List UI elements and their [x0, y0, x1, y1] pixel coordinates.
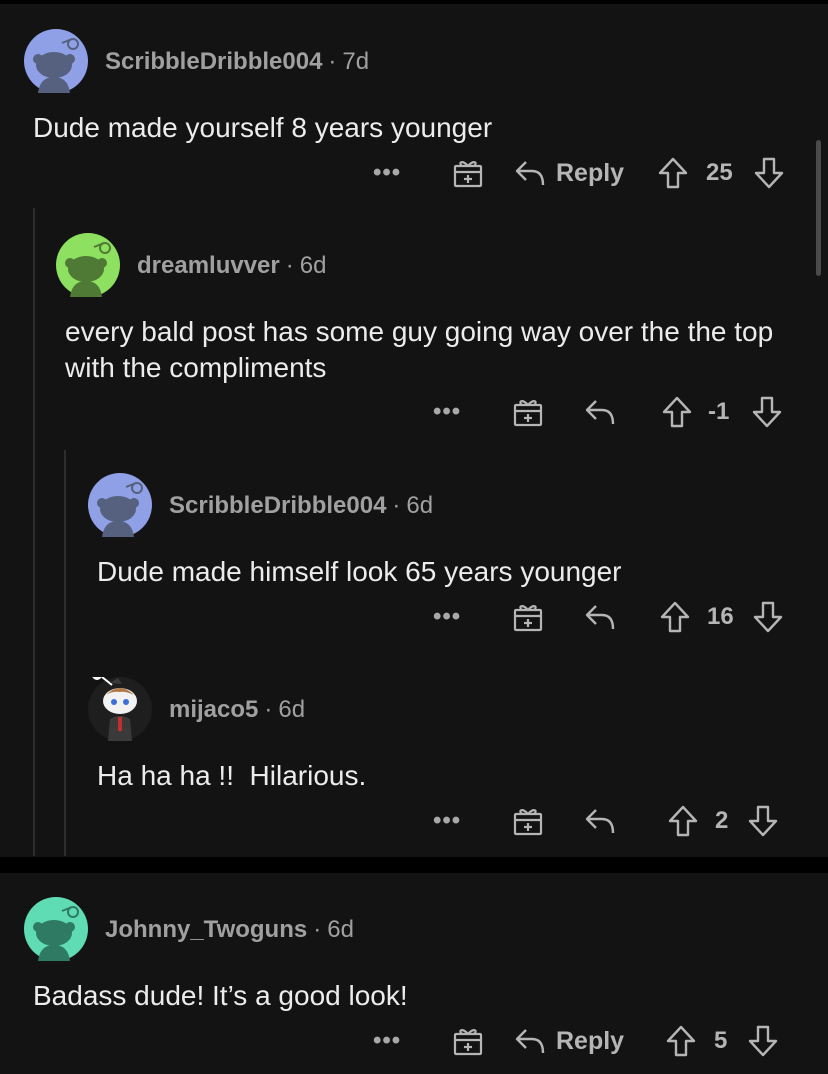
- comment-text: Badass dude! It’s a good look!: [33, 980, 408, 1011]
- downvote-arrow-icon[interactable]: [753, 597, 783, 637]
- downvote-arrow-icon[interactable]: [752, 392, 782, 432]
- avatar[interactable]: [24, 897, 88, 961]
- upvote-arrow-icon[interactable]: [658, 153, 688, 193]
- comment-meta: ScribbleDribble004 · 6d: [169, 492, 434, 519]
- score: -1: [708, 398, 730, 425]
- comment-actions: ••• 2: [0, 801, 828, 841]
- reply-arrow-icon: [585, 400, 615, 425]
- comment-text: Dude made yourself 8 years younger: [33, 112, 493, 143]
- gift-award-icon[interactable]: [452, 153, 484, 193]
- snoo-avatar-icon: [24, 29, 88, 93]
- gift-award-icon[interactable]: [512, 597, 544, 637]
- comment-separator: [0, 857, 828, 873]
- comment-meta: Johnny_Twoguns · 6d: [105, 916, 354, 943]
- thread-line-level-2[interactable]: [64, 450, 66, 856]
- timestamp: 6d: [278, 696, 306, 723]
- downvote-arrow-icon[interactable]: [748, 801, 778, 841]
- score: 2: [715, 807, 729, 834]
- reply-arrow-icon: [515, 1029, 545, 1054]
- reply-arrow-icon: [585, 605, 615, 630]
- reply-arrow-icon: [515, 161, 545, 186]
- reply-label: Reply: [556, 158, 625, 187]
- username[interactable]: mijaco5: [169, 696, 258, 723]
- username[interactable]: dreamluvver: [137, 252, 280, 279]
- gift-award-icon[interactable]: [512, 801, 544, 841]
- avatar[interactable]: [88, 677, 152, 741]
- avatar[interactable]: [88, 473, 152, 537]
- scrollbar[interactable]: [816, 140, 821, 276]
- score: 16: [707, 603, 734, 630]
- downvote-arrow-icon[interactable]: [748, 1021, 778, 1061]
- timestamp: 7d: [342, 48, 370, 75]
- comment-actions: ••• -1: [0, 392, 828, 432]
- score: 5: [714, 1027, 728, 1054]
- comment-actions: ••• 16: [0, 597, 828, 637]
- upvote-arrow-icon[interactable]: [668, 801, 698, 841]
- comment-actions: ••• Reply 5: [0, 1021, 828, 1061]
- timestamp: 6d: [406, 492, 434, 519]
- reply-label: Reply: [556, 1026, 625, 1055]
- more-options-icon[interactable]: •••: [433, 597, 461, 637]
- reply-button[interactable]: Reply: [514, 1021, 624, 1061]
- comment-meta: dreamluvver · 6d: [137, 252, 327, 279]
- avatar[interactable]: [56, 233, 120, 297]
- comment-meta: ScribbleDribble004 · 7d: [105, 48, 370, 75]
- username[interactable]: ScribbleDribble004: [105, 48, 322, 75]
- upvote-arrow-icon[interactable]: [660, 597, 690, 637]
- upvote-arrow-icon[interactable]: [666, 1021, 696, 1061]
- more-options-icon[interactable]: •••: [373, 1021, 401, 1061]
- comment-text: Dude made himself look 65 years younger: [97, 556, 622, 587]
- thread-line-level-1[interactable]: [33, 208, 35, 856]
- more-options-icon[interactable]: •••: [373, 153, 401, 193]
- custom-snoo-avatar-icon: [88, 677, 152, 741]
- top-edge: [0, 0, 828, 4]
- timestamp: 6d: [327, 916, 354, 943]
- snoo-avatar-icon: [24, 897, 88, 961]
- more-options-icon[interactable]: •••: [433, 801, 461, 841]
- gift-award-icon[interactable]: [452, 1021, 484, 1061]
- score: 25: [706, 159, 733, 186]
- snoo-avatar-icon: [56, 233, 120, 297]
- more-options-icon[interactable]: •••: [433, 392, 461, 432]
- reply-button[interactable]: [584, 392, 616, 432]
- username[interactable]: Johnny_Twoguns: [105, 916, 307, 943]
- avatar[interactable]: [24, 29, 88, 93]
- reply-button[interactable]: [584, 801, 616, 841]
- reply-button[interactable]: [584, 597, 616, 637]
- snoo-avatar-icon: [88, 473, 152, 537]
- username[interactable]: ScribbleDribble004: [169, 492, 386, 519]
- comment-text: Ha ha ha !! Hilarious.: [97, 760, 367, 791]
- timestamp: 6d: [299, 252, 327, 279]
- gift-award-icon[interactable]: [512, 392, 544, 432]
- comment-meta: mijaco5 · 6d: [169, 696, 306, 723]
- downvote-arrow-icon[interactable]: [754, 153, 784, 193]
- comment-text: every bald post has some guy going way o…: [65, 316, 774, 383]
- reply-arrow-icon: [585, 809, 615, 834]
- comment-actions: ••• Reply 25: [0, 153, 828, 193]
- upvote-arrow-icon[interactable]: [662, 392, 692, 432]
- reply-button[interactable]: Reply: [514, 153, 624, 193]
